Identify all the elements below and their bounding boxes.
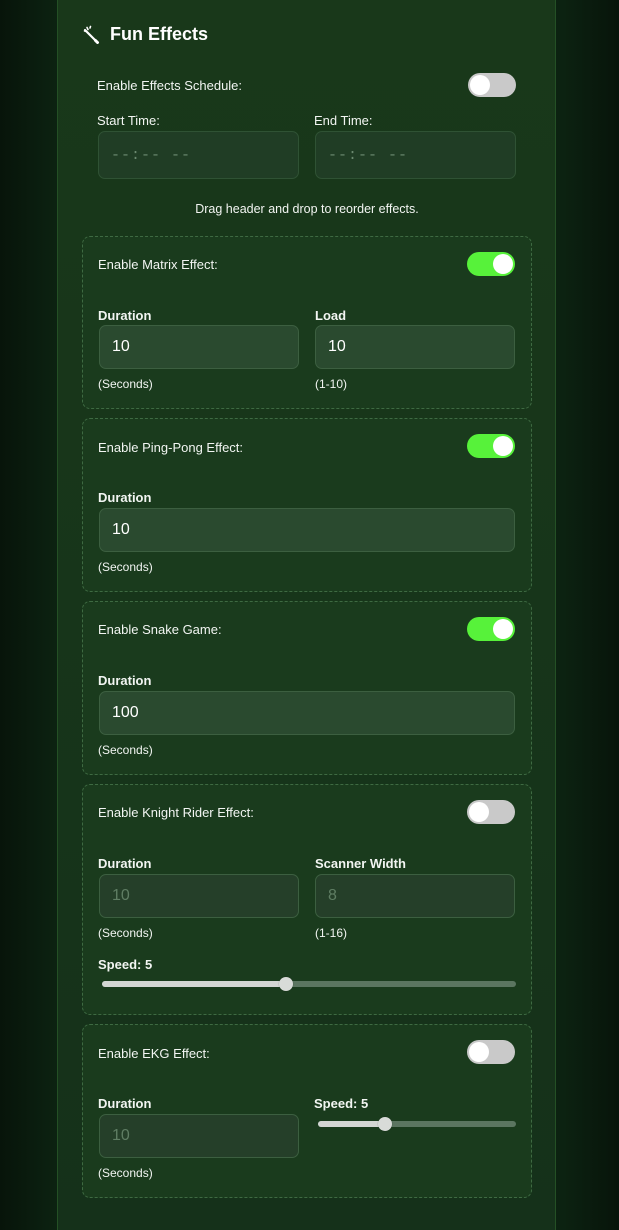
slider-thumb[interactable] [279,977,293,991]
snake-toggle[interactable] [467,617,515,641]
slider-fill [318,1121,385,1127]
toggle-knob [493,436,513,456]
matrix-enable-label[interactable]: Enable Matrix Effect: [98,257,218,272]
reorder-note: Drag header and drop to reorder effects. [195,202,419,216]
knightrider-toggle[interactable] [467,800,515,824]
knightrider-width-hint: (1-16) [315,926,348,940]
knightrider-speed-label: Speed: 5 [98,957,153,972]
matrix-duration-label: Duration [98,308,152,323]
ekg-speed-label: Speed: 5 [314,1096,369,1111]
toggle-knob [493,254,513,274]
ekg-duration-hint: (Seconds) [98,1166,153,1180]
schedule-toggle[interactable] [468,73,516,97]
page-title: Fun Effects [110,23,209,44]
matrix-duration-input[interactable]: 10 [99,325,299,369]
ekg-speed-slider[interactable] [318,1117,516,1131]
knightrider-enable-label[interactable]: Enable Knight Rider Effect: [98,805,254,820]
toggle-knob [470,75,490,95]
knightrider-duration-input[interactable]: 10 [99,874,299,918]
matrix-load-hint: (1-10) [315,377,348,391]
ekg-enable-label[interactable]: Enable EKG Effect: [98,1046,210,1061]
snake-duration-input[interactable]: 100 [99,691,515,735]
knightrider-duration-hint: (Seconds) [98,926,153,940]
knightrider-speed-slider[interactable] [102,977,516,991]
knightrider-duration-label: Duration [98,856,152,871]
pingpong-toggle[interactable] [467,434,515,458]
knightrider-width-label: Scanner Width [315,856,406,871]
pingpong-duration-input[interactable]: 10 [99,508,515,552]
knightrider-width-input[interactable]: 8 [315,874,515,918]
ekg-toggle[interactable] [467,1040,515,1064]
slider-thumb[interactable] [378,1117,392,1131]
pingpong-enable-label[interactable]: Enable Ping-Pong Effect: [98,440,243,455]
slider-fill [102,981,286,987]
end-time-input[interactable]: --:-- -- [315,131,516,179]
matrix-load-input[interactable]: 10 [315,325,515,369]
snake-duration-hint: (Seconds) [98,743,153,757]
snake-enable-label[interactable]: Enable Snake Game: [98,622,222,637]
snake-duration-label: Duration [98,673,152,688]
start-time-input[interactable]: --:-- -- [98,131,299,179]
pingpong-duration-label: Duration [98,490,152,505]
section-header: Fun Effects [82,22,208,46]
ekg-duration-label: Duration [98,1096,152,1111]
toggle-knob [493,619,513,639]
matrix-load-label: Load [315,308,347,323]
matrix-toggle[interactable] [467,252,515,276]
ekg-duration-input[interactable]: 10 [99,1114,299,1158]
toggle-knob [469,802,489,822]
schedule-enable-label: Enable Effects Schedule: [97,78,243,93]
start-time-label: Start Time: [97,113,160,128]
magic-wand-icon [82,25,101,44]
matrix-duration-hint: (Seconds) [98,377,153,391]
end-time-label: End Time: [314,113,373,128]
toggle-knob [469,1042,489,1062]
pingpong-duration-hint: (Seconds) [98,560,153,574]
